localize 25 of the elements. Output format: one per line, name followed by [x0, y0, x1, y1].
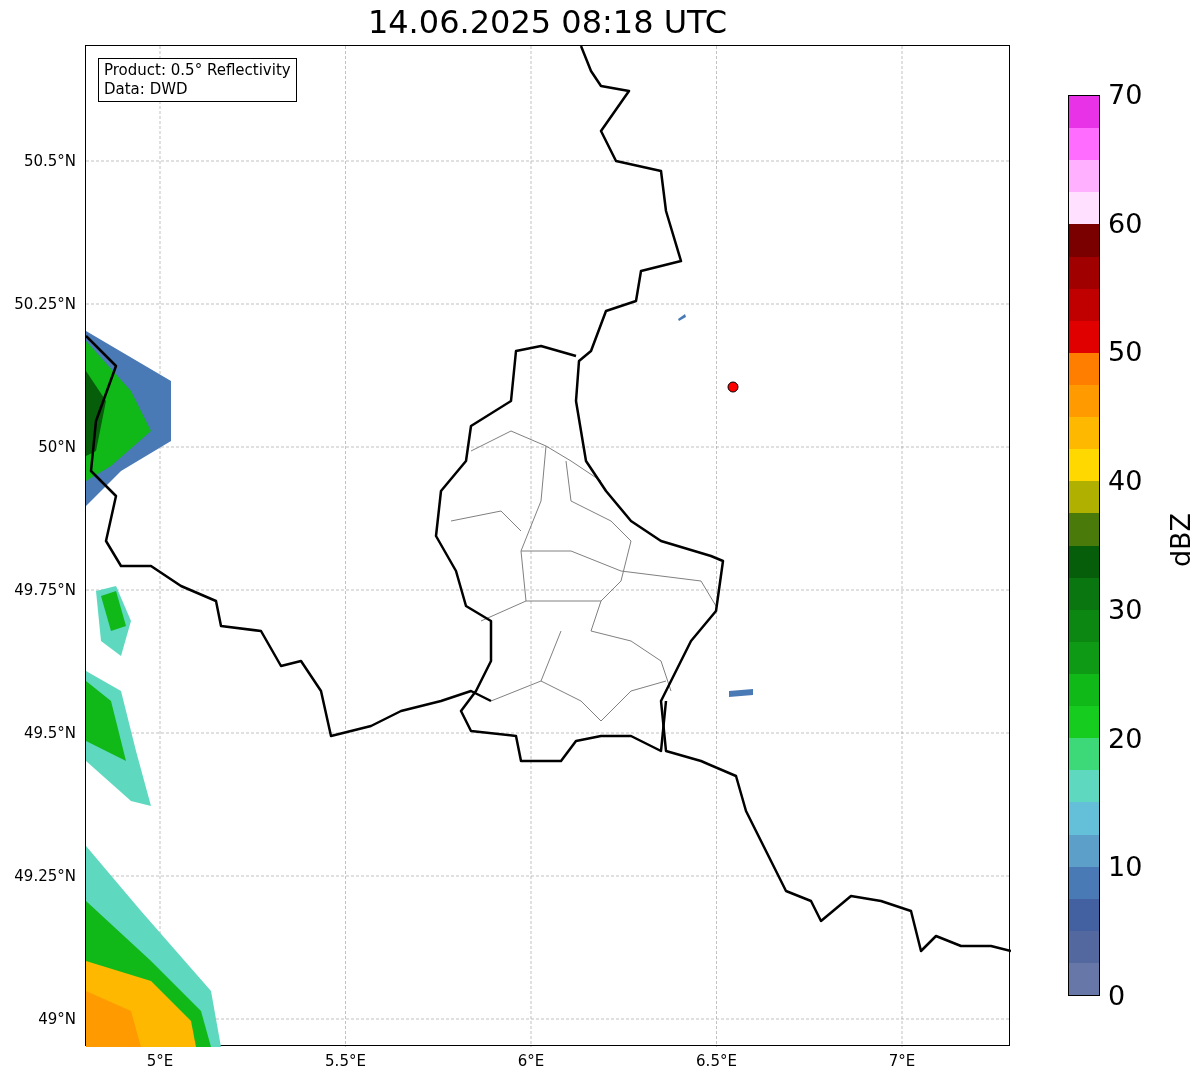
info-text: Data: DWD — [104, 80, 189, 99]
colorbar-tick-label: 10 — [1108, 852, 1143, 883]
latitude-tick-label: 49.25°N — [14, 867, 76, 885]
info-text: Product: 0.5° Reflectivity — [104, 61, 291, 80]
latitude-tick-label: 50.25°N — [14, 295, 76, 313]
latitude-tick-label: 50.5°N — [23, 152, 76, 170]
latitude-tick-label: 49.5°N — [23, 724, 76, 742]
colorbar-tick-label: 40 — [1108, 466, 1143, 497]
colorbar-tick-label: 50 — [1108, 337, 1143, 368]
colorbar-tick-label: 30 — [1108, 594, 1143, 625]
colorbar-tick-label: 70 — [1108, 80, 1143, 110]
radar-site-marker — [727, 381, 739, 393]
longitude-tick-label: 6.5°E — [696, 1052, 737, 1070]
longitude-tick-label: 5°E — [146, 1052, 174, 1070]
longitude-tick-label: 6°E — [517, 1052, 545, 1070]
colorbar-axis-label: dBZ — [1166, 512, 1197, 568]
colorbar-tick-label: 60 — [1108, 208, 1143, 239]
longitude-tick-label: 7°E — [888, 1052, 916, 1070]
colorbar-tick-label: 0 — [1108, 981, 1126, 1011]
chart-title: 14.06.2025 08:18 UTC — [366, 2, 729, 43]
longitude-tick-label: 5.5°E — [325, 1052, 366, 1070]
latitude-tick-label: 49°N — [38, 1010, 76, 1028]
latitude-tick-label: 49.75°N — [14, 581, 76, 599]
colorbar-tick-label: 20 — [1108, 723, 1143, 754]
latitude-tick-label: 50°N — [38, 438, 76, 456]
